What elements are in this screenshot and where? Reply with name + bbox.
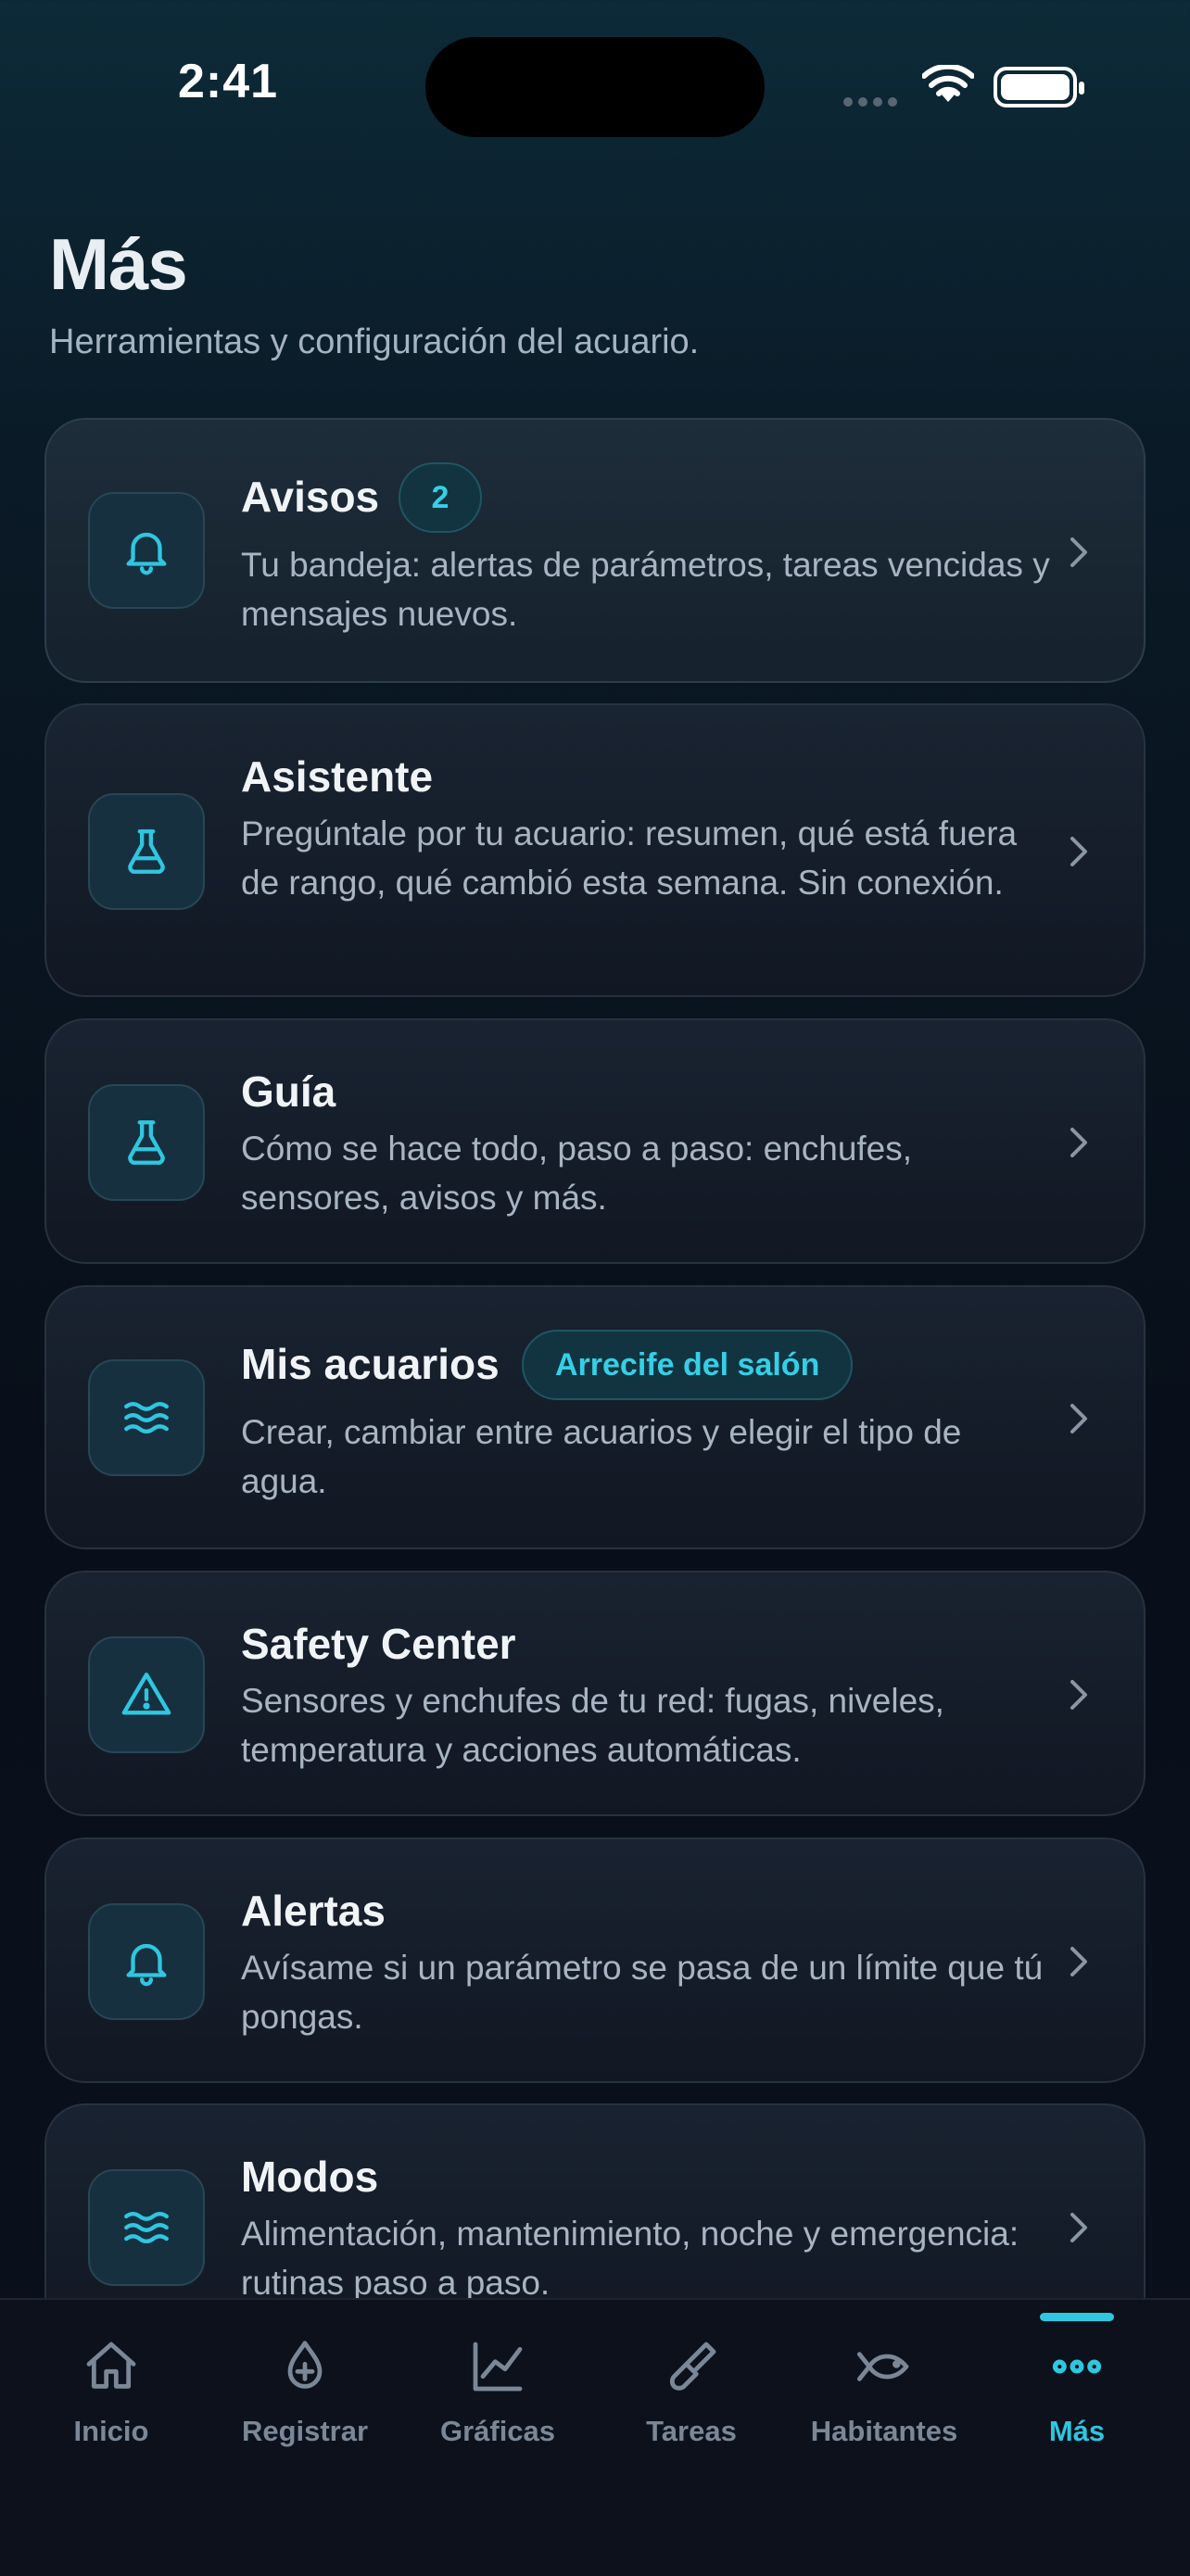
card-description: Alimentación, mantenimiento, noche y eme… — [241, 2215, 1019, 2302]
tab-label: Inicio — [73, 2415, 149, 2447]
card-description: Avísame si un parámetro se pasa de un lí… — [241, 1949, 1044, 2036]
chevron-right-icon — [1070, 1404, 1087, 1433]
bell-icon — [88, 492, 205, 609]
wifi-icon — [922, 65, 974, 102]
dynamic-island — [425, 37, 765, 137]
brush-icon — [669, 2342, 716, 2391]
fish-icon — [856, 2352, 909, 2381]
card-description: Cómo se hace todo, paso a paso: enchufes… — [241, 1130, 913, 1217]
chevron-right-icon — [1070, 537, 1087, 567]
tab-label: Tareas — [646, 2415, 737, 2447]
bell-icon — [88, 1903, 205, 2020]
chart-icon — [473, 2342, 523, 2392]
tab-label: Más — [1048, 2415, 1106, 2447]
flask-icon — [88, 793, 205, 910]
card-description: Tu bandeja: alertas de parámetros, tarea… — [241, 546, 1050, 633]
card-description: Sensores y enchufes de tu red: fugas, ni… — [241, 1682, 944, 1769]
tab-label: Registrar — [241, 2415, 369, 2447]
card-title: Mis acuarios — [241, 1340, 500, 1388]
battery-icon — [994, 67, 1084, 107]
tab-label: Habitantes — [810, 2415, 958, 2447]
chevron-right-icon — [1070, 1128, 1087, 1157]
page-subtitle: Herramientas y configuración del acuario… — [49, 322, 700, 361]
card-mis-acuarios[interactable]: Mis acuarios Arrecife del salón Crear, c… — [44, 1285, 1146, 1549]
more-icon — [1052, 2359, 1102, 2374]
waves-icon — [88, 1359, 205, 1476]
tab-habitantes[interactable]: Habitantes — [791, 2337, 977, 2448]
card-title: Safety Center — [241, 1620, 516, 1668]
tab-graficas[interactable]: Gráficas — [405, 2337, 590, 2448]
home-icon — [86, 2342, 136, 2389]
card-safety-center[interactable]: Safety Center Sensores y enchufes de tu … — [44, 1571, 1146, 1816]
card-title: Guía — [241, 1067, 336, 1116]
warning-icon — [88, 1636, 205, 1753]
card-description: Pregúntale por tu acuario: resumen, qué … — [241, 814, 1018, 902]
card-description: Crear, cambiar entre acuarios y elegir e… — [241, 1413, 962, 1500]
active-tab-indicator — [1040, 2313, 1114, 2321]
card-title: Asistente — [241, 752, 434, 801]
card-title: Modos — [241, 2153, 379, 2201]
status-bar: 2:41 — [0, 0, 1190, 176]
card-alertas[interactable]: Alertas Avísame si un parámetro se pasa … — [44, 1837, 1146, 2083]
drop-plus-icon — [287, 2341, 323, 2389]
chevron-right-icon — [1070, 1947, 1087, 1976]
tab-inicio[interactable]: Inicio — [19, 2337, 204, 2448]
tab-bar: Inicio Registrar Gráficas Tareas Habitan… — [0, 2298, 1190, 2576]
current-aquarium-badge: Arrecife del salón — [522, 1330, 854, 1400]
tab-label: Gráficas — [439, 2415, 556, 2447]
card-guia[interactable]: Guía Cómo se hace todo, paso a paso: enc… — [44, 1018, 1146, 1264]
cellular-signal-icon — [843, 95, 903, 111]
chevron-right-icon — [1070, 837, 1087, 866]
status-time: 2:41 — [178, 55, 279, 108]
card-title: Avisos — [241, 473, 380, 521]
tab-mas[interactable]: Más — [984, 2337, 1170, 2448]
flask-icon — [88, 1084, 205, 1201]
waves-icon — [88, 2169, 205, 2286]
tab-tareas[interactable]: Tareas — [599, 2337, 784, 2448]
page-title: Más — [49, 223, 188, 305]
chevron-right-icon — [1070, 1680, 1087, 1710]
card-avisos[interactable]: Avisos 2 Tu bandeja: alertas de parámetr… — [44, 418, 1146, 683]
chevron-right-icon — [1070, 2213, 1087, 2242]
card-title: Alertas — [241, 1887, 386, 1935]
unread-count-badge: 2 — [399, 462, 482, 533]
card-asistente[interactable]: Asistente Pregúntale por tu acuario: res… — [44, 703, 1146, 997]
tab-registrar[interactable]: Registrar — [212, 2337, 398, 2448]
